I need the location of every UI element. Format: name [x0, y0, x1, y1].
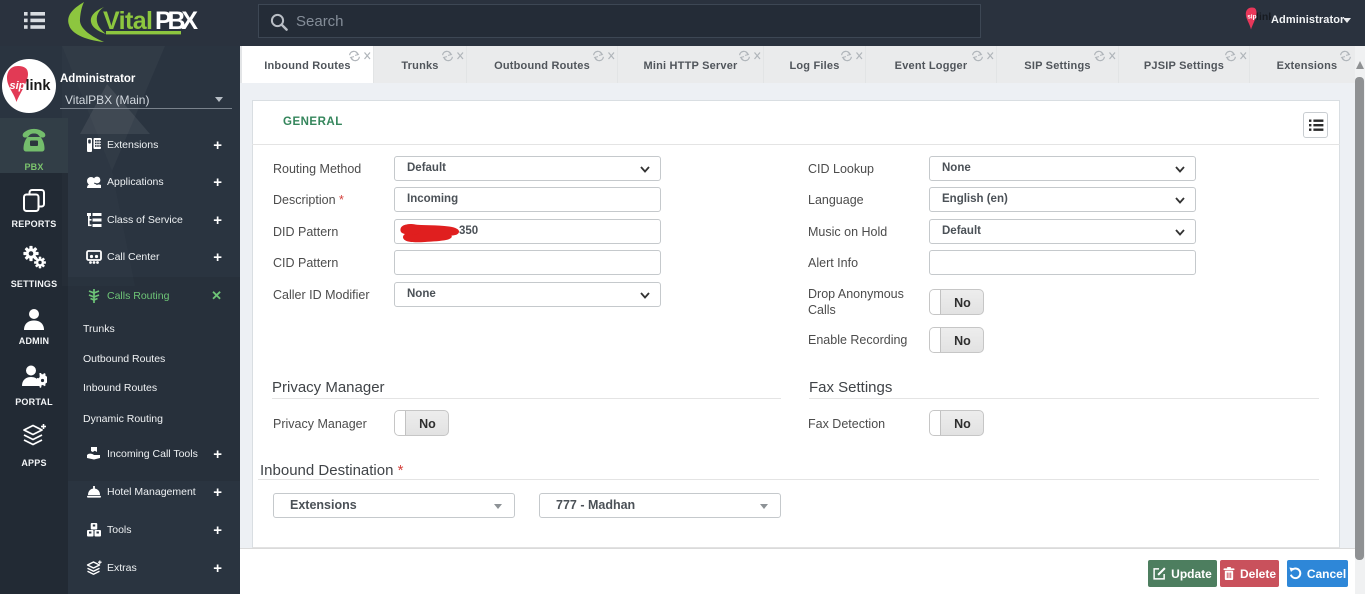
svg-text:PBX: PBX [155, 7, 198, 35]
svg-text:link: link [1256, 11, 1271, 23]
svg-text:sip: sip [10, 80, 26, 92]
svg-text:Vital: Vital [103, 7, 153, 35]
svg-text:link: link [26, 78, 52, 94]
